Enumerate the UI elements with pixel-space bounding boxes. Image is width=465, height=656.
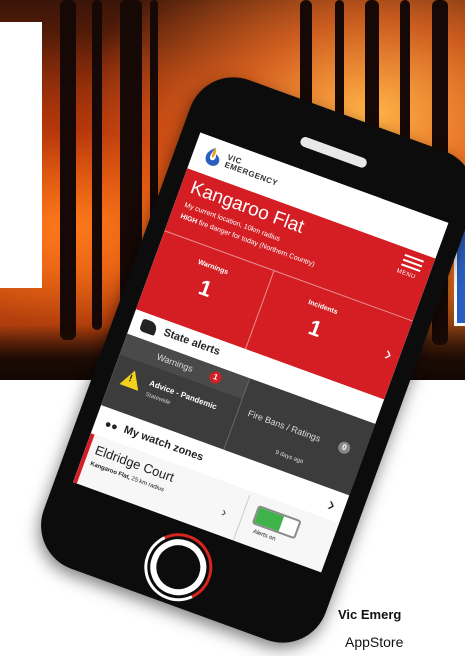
white-panel [0, 22, 42, 288]
tree-trunk [60, 0, 76, 340]
toggle-fill [254, 507, 285, 532]
chevron-right-icon: › [219, 503, 230, 520]
warnings-badge: 1 [207, 369, 224, 386]
tree-trunk [92, 0, 102, 330]
caption-subtitle: AppStore [345, 634, 404, 650]
fire-bans-badge: 0 [336, 440, 352, 456]
menu-label: MENU [395, 268, 417, 281]
menu-button[interactable]: MENU [394, 251, 429, 288]
vic-emergency-logo-icon [205, 147, 220, 166]
tab-fire-bans-label: Fire Bans / Ratings [246, 408, 322, 444]
zone-divider [232, 495, 251, 541]
caption-title: Vic Emerg [338, 607, 402, 622]
victoria-map-icon [138, 318, 159, 336]
chevron-right-icon: › [381, 342, 396, 366]
chevron-right-icon: › [324, 493, 339, 517]
binoculars-icon: ●● [102, 417, 120, 434]
fire-danger-level: HIGH [179, 213, 199, 226]
